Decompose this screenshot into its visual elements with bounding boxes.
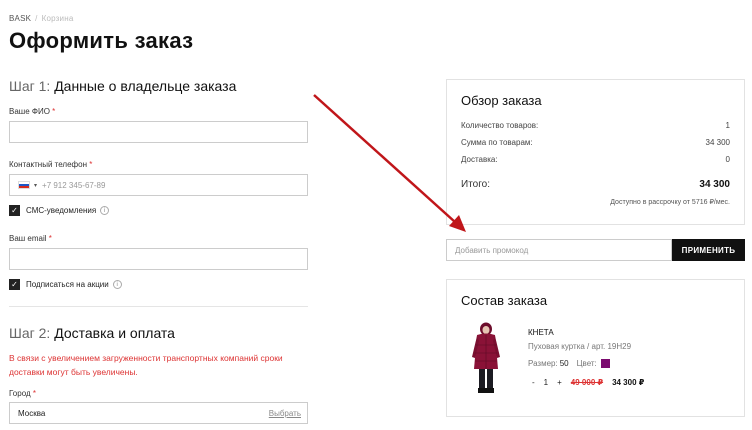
chevron-down-icon[interactable]: ▾: [34, 182, 37, 189]
summary-row-label: Доставка:: [461, 155, 498, 164]
total-value: 34 300: [699, 179, 730, 190]
sms-checkbox-row[interactable]: ✓ СМС-уведомления i: [9, 205, 110, 216]
city-value: Москва: [18, 408, 46, 418]
summary-row-label: Количество товаров:: [461, 121, 539, 130]
quantity-stepper: - 1 + 49 000 ₽ 34 300 ₽: [532, 378, 653, 387]
installment-note: Доступно в рассрочку от 5716 ₽/мес.: [610, 199, 730, 206]
qty-increase-button[interactable]: +: [557, 378, 562, 387]
required-mark: *: [48, 234, 52, 243]
summary-row-value: 34 300: [705, 138, 730, 147]
breadcrumb-current: Корзина: [41, 14, 74, 23]
russia-flag-icon[interactable]: [18, 181, 30, 189]
new-price: 34 300 ₽: [612, 378, 645, 387]
subscribe-checkbox[interactable]: ✓: [9, 279, 20, 290]
phone-label: Контактный телефон *: [9, 160, 92, 169]
section-divider: [9, 306, 308, 307]
email-label: Ваш email *: [9, 234, 52, 243]
breadcrumb: BASK / Корзина: [9, 14, 73, 23]
city-select-link[interactable]: Выбрать: [269, 409, 301, 418]
order-summary-card: Обзор заказа Количество товаров: 1 Сумма…: [446, 79, 745, 225]
promo-placeholder: Добавить промокод: [455, 245, 529, 255]
old-price: 49 000 ₽: [570, 378, 604, 387]
page-title: Оформить заказ: [9, 28, 194, 53]
summary-row-value: 1: [725, 121, 730, 130]
apply-promo-button[interactable]: ПРИМЕНИТЬ: [672, 239, 745, 261]
summary-total: Итого: 34 300: [461, 179, 730, 190]
summary-row-value: 0: [725, 155, 730, 164]
product-attributes: Размер: 50 Цвет:: [528, 359, 610, 368]
product-image[interactable]: [461, 321, 511, 396]
phone-label-text: Контактный телефон: [9, 160, 87, 169]
step2-title: Шаг 2: Доставка и оплата: [9, 325, 175, 341]
name-label-text: Ваше ФИО: [9, 107, 50, 116]
qty-decrease-button[interactable]: -: [532, 378, 535, 387]
jacket-figure-icon: [472, 322, 500, 393]
summary-row: Сумма по товарам: 34 300: [461, 138, 730, 147]
size-value: 50: [559, 359, 569, 368]
breadcrumb-separator: /: [35, 14, 38, 23]
product-subtitle: Пуховая куртка / арт. 19Н29: [528, 342, 632, 351]
sms-label: СМС-уведомления: [26, 206, 97, 215]
city-label: Город *: [9, 389, 36, 398]
step1-number: Шаг 1:: [9, 78, 51, 94]
color-label: Цвет:: [576, 359, 597, 368]
qty-value: 1: [543, 378, 549, 387]
email-field[interactable]: [9, 248, 308, 270]
name-field[interactable]: [9, 121, 308, 143]
summary-row-label: Сумма по товарам:: [461, 138, 533, 147]
product-name[interactable]: КНЕТА: [528, 328, 554, 337]
phone-placeholder: +7 912 345-67-89: [42, 180, 106, 190]
subscribe-label: Подписаться на акции: [26, 280, 109, 289]
summary-row: Количество товаров: 1: [461, 121, 730, 130]
phone-field[interactable]: ▾ +7 912 345-67-89: [9, 174, 308, 196]
required-mark: *: [89, 160, 93, 169]
step2-number: Шаг 2:: [9, 325, 51, 341]
subscribe-checkbox-row[interactable]: ✓ Подписаться на акции i: [9, 279, 122, 290]
total-label: Итого:: [461, 179, 490, 190]
summary-title: Обзор заказа: [461, 93, 542, 108]
composition-title: Состав заказа: [461, 293, 548, 308]
required-mark: *: [32, 389, 36, 398]
delivery-warning: В связи с увеличением загруженности тран…: [9, 353, 283, 377]
step2-heading: Доставка и оплата: [54, 325, 175, 341]
summary-row: Доставка: 0: [461, 155, 730, 164]
step1-title: Шаг 1: Данные о владельце заказа: [9, 78, 236, 94]
info-icon[interactable]: i: [100, 206, 110, 215]
city-field[interactable]: Москва Выбрать: [9, 402, 308, 424]
breadcrumb-home[interactable]: BASK: [9, 14, 31, 23]
color-swatch: [600, 359, 610, 368]
info-icon[interactable]: i: [112, 280, 122, 289]
sms-checkbox[interactable]: ✓: [9, 205, 20, 216]
step1-heading: Данные о владельце заказа: [54, 78, 237, 94]
size-label: Размер:: [528, 359, 558, 368]
city-label-text: Город: [9, 389, 31, 398]
promo-code-input[interactable]: Добавить промокод: [446, 239, 672, 261]
email-label-text: Ваш email: [9, 234, 47, 243]
order-composition-card: Состав заказа КНЕТА Пуховая куртка / арт…: [446, 279, 745, 417]
required-mark: *: [52, 107, 56, 116]
name-label: Ваше ФИО *: [9, 107, 55, 116]
